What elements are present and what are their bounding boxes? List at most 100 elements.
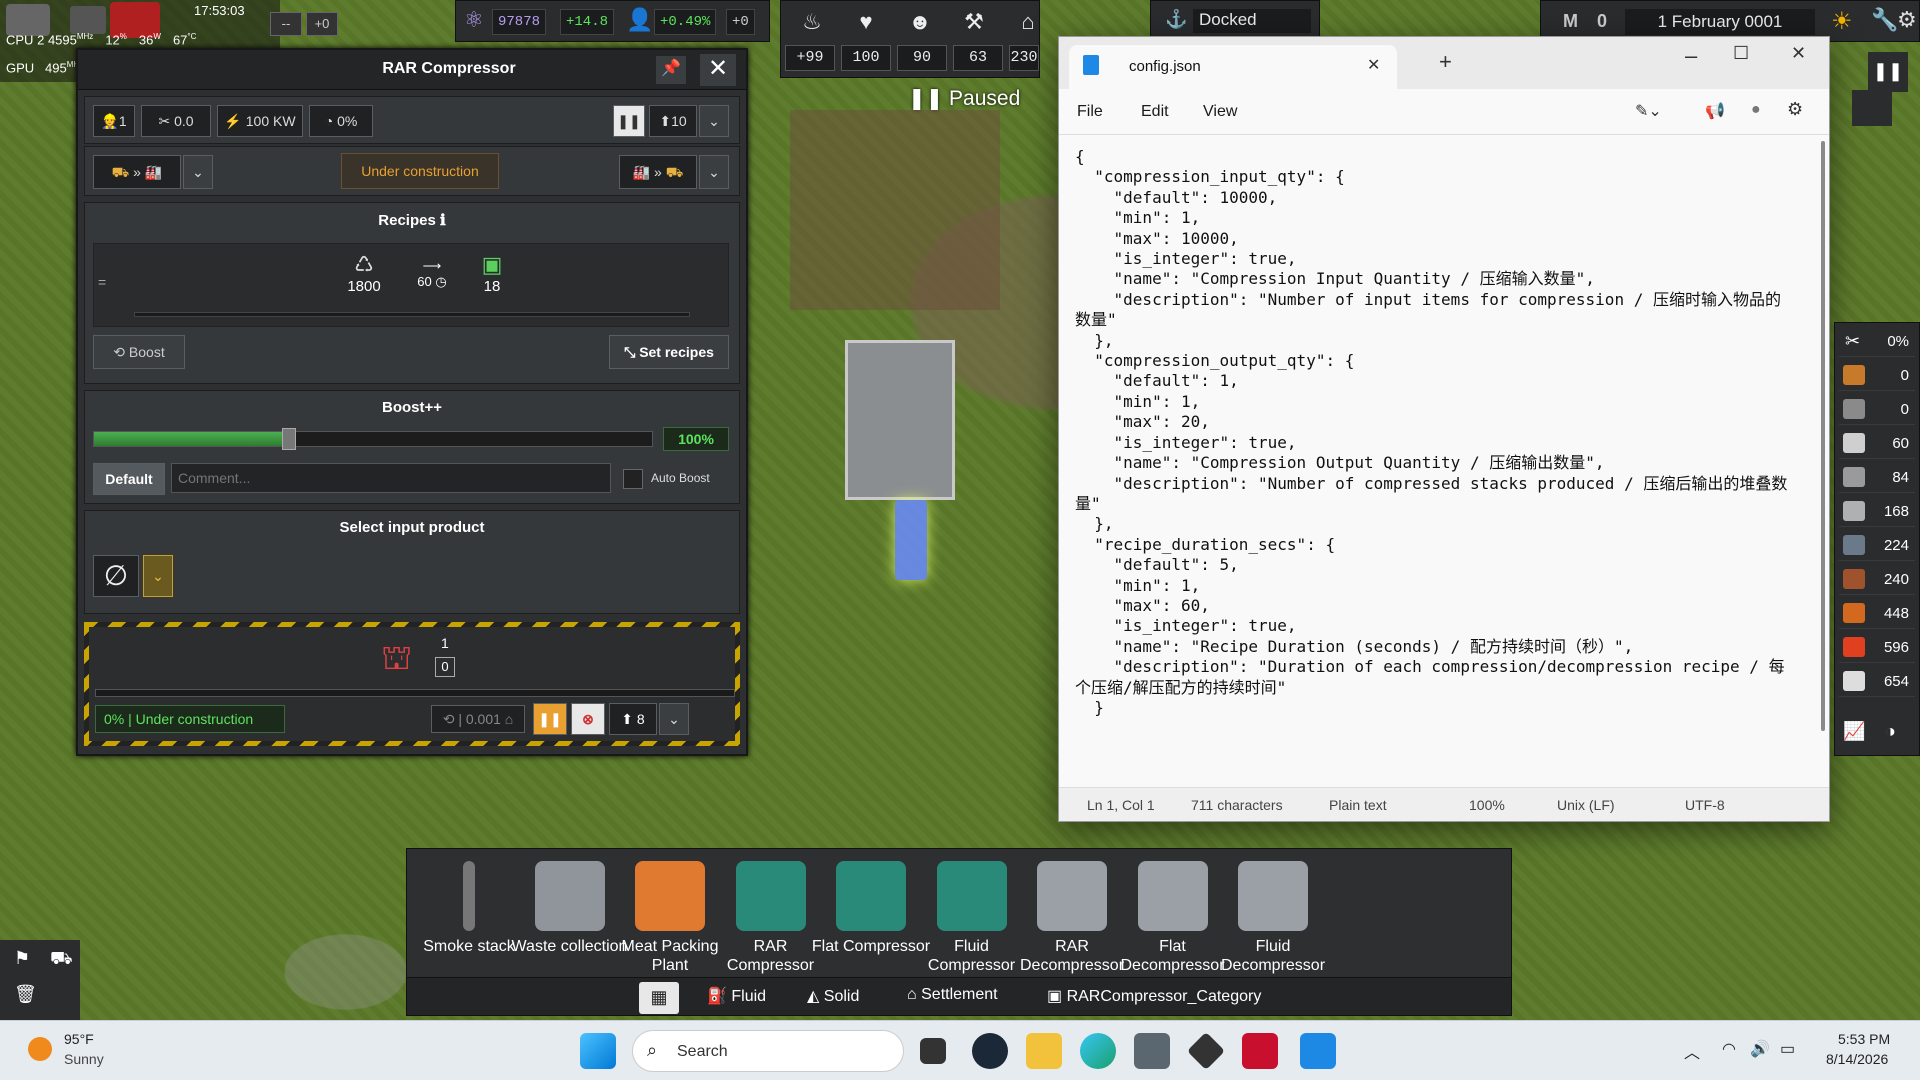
- build-item[interactable]: Fluid Decompressor: [1213, 857, 1333, 977]
- gear-icon[interactable]: ⚙: [1897, 7, 1917, 33]
- resource-row[interactable]: 224: [1839, 531, 1915, 561]
- empty-product-slot[interactable]: ∅: [93, 555, 139, 597]
- input-logistics[interactable]: ⛟ » 🏭: [93, 155, 181, 189]
- product-dropdown[interactable]: ⌄: [143, 555, 173, 597]
- close-icon[interactable]: ✕: [700, 54, 736, 86]
- maintenance-stat[interactable]: ✂ 0.0: [141, 105, 211, 137]
- clock-time[interactable]: 5:53 PM: [1838, 1031, 1890, 1047]
- workers-stat[interactable]: 👷1: [93, 105, 135, 137]
- boost-slider[interactable]: [93, 428, 653, 450]
- output-logistics-dropdown[interactable]: ⌄: [699, 155, 729, 189]
- account-icon[interactable]: ●: [1751, 101, 1761, 119]
- wrench-icon[interactable]: 🔧: [1871, 7, 1898, 33]
- taskbar-search[interactable]: ⌕ Search: [632, 1030, 904, 1072]
- boost-slider-handle[interactable]: [282, 428, 297, 450]
- housing-icon[interactable]: ⌂: [1003, 9, 1053, 35]
- construction-priority-dropdown[interactable]: ⌄: [659, 703, 689, 735]
- resource-row[interactable]: 448: [1839, 599, 1915, 629]
- set-recipes-button[interactable]: ⤡ Set recipes: [609, 335, 729, 369]
- category-solid[interactable]: ◭ Solid: [807, 986, 859, 1006]
- clock-date[interactable]: 8/14/2026: [1826, 1051, 1888, 1067]
- resource-row[interactable]: 0: [1839, 361, 1915, 391]
- resource-row[interactable]: 168: [1839, 497, 1915, 527]
- priority-dropdown[interactable]: ⌄: [699, 105, 729, 137]
- zoom-level[interactable]: 100%: [1469, 797, 1505, 813]
- output-logistics[interactable]: 🏭 » ⛟: [619, 155, 697, 189]
- pause-game-button[interactable]: ❚❚: [1868, 52, 1908, 92]
- category-rarcompressor[interactable]: ▣ RARCompressor_Category: [1047, 986, 1261, 1006]
- battery-icon[interactable]: ▭: [1780, 1039, 1795, 1059]
- notepad-taskbar-icon[interactable]: [1300, 1033, 1336, 1069]
- recipe-output[interactable]: ▣ 18: [472, 252, 512, 295]
- resource-row[interactable]: 84: [1839, 463, 1915, 493]
- edge-icon[interactable]: [1080, 1033, 1116, 1069]
- health-icon[interactable]: ♥: [841, 9, 891, 35]
- trash-icon[interactable]: 🗑: [14, 984, 37, 1005]
- people-icon[interactable]: ☻: [895, 9, 945, 35]
- unity-value[interactable]: 97878: [492, 9, 547, 35]
- new-tab-icon[interactable]: +: [1439, 49, 1452, 75]
- recipe-row[interactable]: = ♺ 1800 ⟶ 60 ◷ ▣ 18: [93, 243, 729, 327]
- docked-indicator[interactable]: ⚓ Docked: [1150, 0, 1320, 38]
- file-explorer-icon[interactable]: [1026, 1033, 1062, 1069]
- cancel-construction-button[interactable]: ⊗: [571, 703, 605, 735]
- menu-file[interactable]: File: [1077, 103, 1103, 121]
- comment-input[interactable]: [171, 463, 611, 493]
- maintenance-row[interactable]: ✂ 0%: [1839, 327, 1915, 357]
- paused-indicator[interactable]: ❚❚ Paused: [908, 86, 1020, 111]
- maximize-icon[interactable]: ☐: [1733, 43, 1749, 64]
- input-logistics-dropdown[interactable]: ⌄: [183, 155, 213, 189]
- weather-sun-icon[interactable]: [28, 1037, 52, 1061]
- minimize-icon[interactable]: –: [1685, 43, 1697, 69]
- construction-pause-button[interactable]: ❚❚: [533, 703, 567, 735]
- task-view-icon[interactable]: [920, 1038, 946, 1064]
- notepad-editor[interactable]: { "compression_input_qty": { "default": …: [1059, 135, 1811, 787]
- pin-tool-icon[interactable]: ⚑: [14, 948, 30, 969]
- settings-icon[interactable]: ⚙: [1787, 99, 1803, 120]
- weather-temp[interactable]: 95°F: [64, 1031, 94, 1047]
- info-icon[interactable]: ℹ: [440, 212, 446, 229]
- category-settlement[interactable]: ⌂ Settlement: [907, 986, 998, 1004]
- auto-boost-checkbox[interactable]: [623, 469, 643, 489]
- vehicle-icon[interactable]: ⛟: [50, 948, 73, 972]
- calculator-icon[interactable]: [1134, 1033, 1170, 1069]
- start-icon[interactable]: [580, 1033, 616, 1069]
- category-fluid[interactable]: ⛽ Fluid: [707, 986, 766, 1006]
- power-stat[interactable]: ⚡ 100 KW: [217, 105, 303, 137]
- volume-icon[interactable]: 🔊: [1750, 1039, 1770, 1059]
- dash-box[interactable]: --: [270, 12, 302, 36]
- food-icon[interactable]: ♨: [787, 9, 837, 35]
- m-button[interactable]: M: [1563, 11, 1578, 32]
- workers-icon[interactable]: ⚒: [949, 9, 999, 35]
- map-building[interactable]: [845, 340, 955, 500]
- steam-icon[interactable]: [972, 1033, 1008, 1069]
- resource-row[interactable]: 654: [1839, 667, 1915, 697]
- recipe-input[interactable]: ♺ 1800: [344, 252, 384, 295]
- map-toggle-icon[interactable]: [1852, 90, 1892, 126]
- grid-category-button[interactable]: ▦: [639, 982, 679, 1014]
- default-button[interactable]: Default: [93, 463, 165, 495]
- priority-stat[interactable]: ⬆10: [649, 105, 697, 137]
- plus-box[interactable]: +0: [306, 12, 338, 36]
- stats-chart-icon[interactable]: 📈: [1843, 721, 1865, 742]
- megaphone-icon[interactable]: 📢: [1705, 101, 1725, 121]
- copilot-icon[interactable]: ✎⌄: [1635, 101, 1662, 121]
- chevron-up-icon[interactable]: ︿: [1684, 1039, 1700, 1063]
- menu-edit[interactable]: Edit: [1141, 103, 1169, 121]
- pin-icon[interactable]: 📌: [656, 56, 686, 84]
- mail-icon[interactable]: [70, 6, 106, 34]
- efficiency-stat[interactable]: ◔ 0%: [309, 105, 373, 137]
- notepad-tab[interactable]: config.json ✕: [1069, 45, 1397, 89]
- drag-handle-icon[interactable]: =: [98, 274, 106, 290]
- resource-row[interactable]: 60: [1839, 429, 1915, 459]
- wifi-icon[interactable]: ◠: [1722, 1039, 1736, 1059]
- unity-hub-icon[interactable]: [1186, 1031, 1226, 1071]
- gauge-icon[interactable]: ◑: [1885, 721, 1896, 742]
- resource-row[interactable]: 240: [1839, 565, 1915, 595]
- window-close-icon[interactable]: ✕: [1791, 43, 1806, 64]
- tab-close-icon[interactable]: ✕: [1367, 55, 1380, 75]
- boost-button[interactable]: ⟲ Boost: [93, 335, 185, 369]
- ghost-rocket[interactable]: [895, 500, 927, 580]
- weather-condition[interactable]: Sunny: [64, 1051, 104, 1067]
- construction-priority[interactable]: ⬆ 8: [609, 703, 657, 735]
